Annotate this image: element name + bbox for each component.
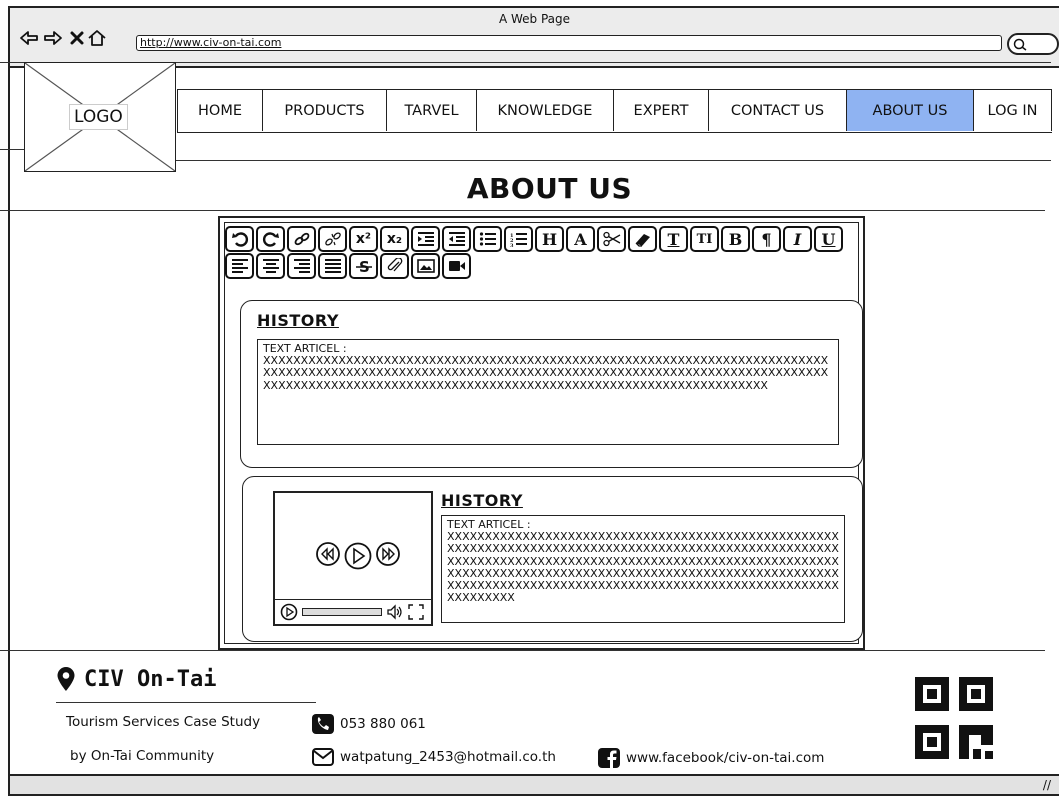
menu-item-expert[interactable]: EXPERT xyxy=(614,90,709,131)
window-title: A Web Page xyxy=(498,12,571,26)
italic-button[interactable]: I xyxy=(783,226,812,252)
underline-button[interactable]: U xyxy=(814,226,843,252)
search-icon xyxy=(1013,38,1027,51)
text-style-button[interactable]: T xyxy=(659,226,688,252)
unlink-icon[interactable] xyxy=(318,226,347,252)
superscript-button[interactable]: x² xyxy=(349,226,378,252)
forward-arrow-icon[interactable] xyxy=(42,28,64,48)
history-section-2: HISTORY TEXT ARTICEL : XXXXXXXXXXXXXXXXX… xyxy=(242,476,863,642)
rich-text-editor: x² x₂ 123 H A T TI B ¶ I U S HISTORY TEX… xyxy=(218,216,865,650)
article-textarea-2[interactable]: TEXT ARTICEL : XXXXXXXXXXXXXXXXXXXXXXXXX… xyxy=(441,515,845,623)
font-button[interactable]: A xyxy=(566,226,595,252)
browser-titlebar: A Web Page http://www.civ-on-tai.com xyxy=(10,8,1059,68)
footer-email[interactable]: watpatung_2453@hotmail.co.th xyxy=(312,748,556,766)
footer-facebook[interactable]: www.facebook/civ-on-tai.com xyxy=(598,748,824,768)
main-menu: HOME PRODUCTS TARVEL KNOWLEDGE EXPERT CO… xyxy=(177,89,1052,133)
text-size-button[interactable]: TI xyxy=(690,226,719,252)
address-bar[interactable]: http://www.civ-on-tai.com xyxy=(136,35,1002,51)
footer-brand-name: CIV On-Tai xyxy=(84,666,217,692)
svg-text:3: 3 xyxy=(510,243,514,247)
menu-item-home[interactable]: HOME xyxy=(178,90,263,131)
video-transport xyxy=(315,541,401,571)
email-address: watpatung_2453@hotmail.co.th xyxy=(340,749,556,765)
bullet-list-icon[interactable] xyxy=(473,226,502,252)
indent-icon[interactable] xyxy=(411,226,440,252)
header-band xyxy=(0,84,24,150)
article-textarea-1[interactable]: TEXT ARTICEL : XXXXXXXXXXXXXXXXXXXXXXXXX… xyxy=(257,339,839,445)
menu-item-knowledge[interactable]: KNOWLEDGE xyxy=(477,90,614,131)
bold-button[interactable]: B xyxy=(721,226,750,252)
video-player[interactable] xyxy=(273,491,433,626)
browser-status-bar: // xyxy=(10,774,1059,794)
menu-item-about-us[interactable]: ABOUT US xyxy=(847,90,974,131)
logo-label: LOGO xyxy=(69,104,128,130)
paragraph-button[interactable]: ¶ xyxy=(752,226,781,252)
undo-icon[interactable] xyxy=(225,226,254,252)
article-body-2: XXXXXXXXXXXXXXXXXXXXXXXXXXXXXXXXXXXXXXXX… xyxy=(447,530,839,605)
menu-item-products[interactable]: PRODUCTS xyxy=(263,90,387,131)
rewind-icon[interactable] xyxy=(315,541,341,567)
page-title: ABOUT US xyxy=(466,172,633,205)
history-section-1: HISTORY TEXT ARTICEL : XXXXXXXXXXXXXXXXX… xyxy=(240,300,863,468)
facebook-url: www.facebook/civ-on-tai.com xyxy=(626,750,825,766)
facebook-icon xyxy=(598,748,620,768)
home-icon[interactable] xyxy=(86,28,108,48)
mail-icon xyxy=(312,748,334,766)
align-left-icon[interactable] xyxy=(225,253,254,279)
location-pin-icon xyxy=(57,667,75,691)
attachment-icon[interactable] xyxy=(380,253,409,279)
history-heading-2: HISTORY xyxy=(441,491,523,510)
align-right-icon[interactable] xyxy=(287,253,316,279)
eraser-icon[interactable] xyxy=(628,226,657,252)
footer-divider xyxy=(0,650,1045,651)
outdent-icon[interactable] xyxy=(442,226,471,252)
numbered-list-icon[interactable]: 123 xyxy=(504,226,533,252)
footer-brand: CIV On-Tai xyxy=(56,666,216,692)
video-icon[interactable] xyxy=(442,253,471,279)
scissors-icon[interactable] xyxy=(597,226,626,252)
link-icon[interactable] xyxy=(287,226,316,252)
volume-icon[interactable] xyxy=(386,604,404,620)
fast-forward-icon[interactable] xyxy=(375,541,401,567)
video-controls xyxy=(275,599,431,624)
footer-tagline-1: Tourism Services Case Study xyxy=(66,714,261,730)
justify-icon[interactable] xyxy=(318,253,347,279)
url-text: http://www.civ-on-tai.com xyxy=(140,36,282,49)
title-divider xyxy=(0,210,1045,211)
menu-item-tarvel[interactable]: TARVEL xyxy=(387,90,477,131)
footer-phone[interactable]: 053 880 061 xyxy=(312,714,426,734)
strikethrough-icon[interactable]: S xyxy=(349,253,378,279)
article-body-1: XXXXXXXXXXXXXXXXXXXXXXXXXXXXXXXXXXXXXXXX… xyxy=(263,354,829,392)
menu-item-contact-us[interactable]: CONTACT US xyxy=(709,90,847,131)
redo-icon[interactable] xyxy=(256,226,285,252)
search-button[interactable] xyxy=(1007,33,1059,55)
brand-underline xyxy=(56,702,316,703)
logo-placeholder[interactable]: LOGO xyxy=(24,62,176,172)
back-arrow-icon[interactable] xyxy=(18,28,40,48)
video-progress-bar[interactable] xyxy=(302,608,382,616)
resize-grip-icon[interactable]: // xyxy=(1043,778,1051,792)
qr-code-icon xyxy=(915,677,993,759)
footer-tagline-2: by On-Tai Community xyxy=(70,748,215,764)
fullscreen-icon[interactable] xyxy=(408,604,424,620)
phone-number: 053 880 061 xyxy=(340,716,426,732)
subscript-button[interactable]: x₂ xyxy=(380,226,409,252)
menu-underline xyxy=(176,133,1051,161)
phone-icon xyxy=(312,714,334,734)
play-small-icon[interactable] xyxy=(280,603,298,621)
stop-x-icon[interactable] xyxy=(66,28,88,48)
heading-button[interactable]: H xyxy=(535,226,564,252)
align-center-icon[interactable] xyxy=(256,253,285,279)
menu-item-log-in[interactable]: LOG IN xyxy=(974,90,1052,131)
editor-toolbar: x² x₂ 123 H A T TI B ¶ I U S xyxy=(225,226,859,279)
play-icon[interactable] xyxy=(343,541,373,571)
image-icon[interactable] xyxy=(411,253,440,279)
history-heading-1: HISTORY xyxy=(257,311,339,330)
